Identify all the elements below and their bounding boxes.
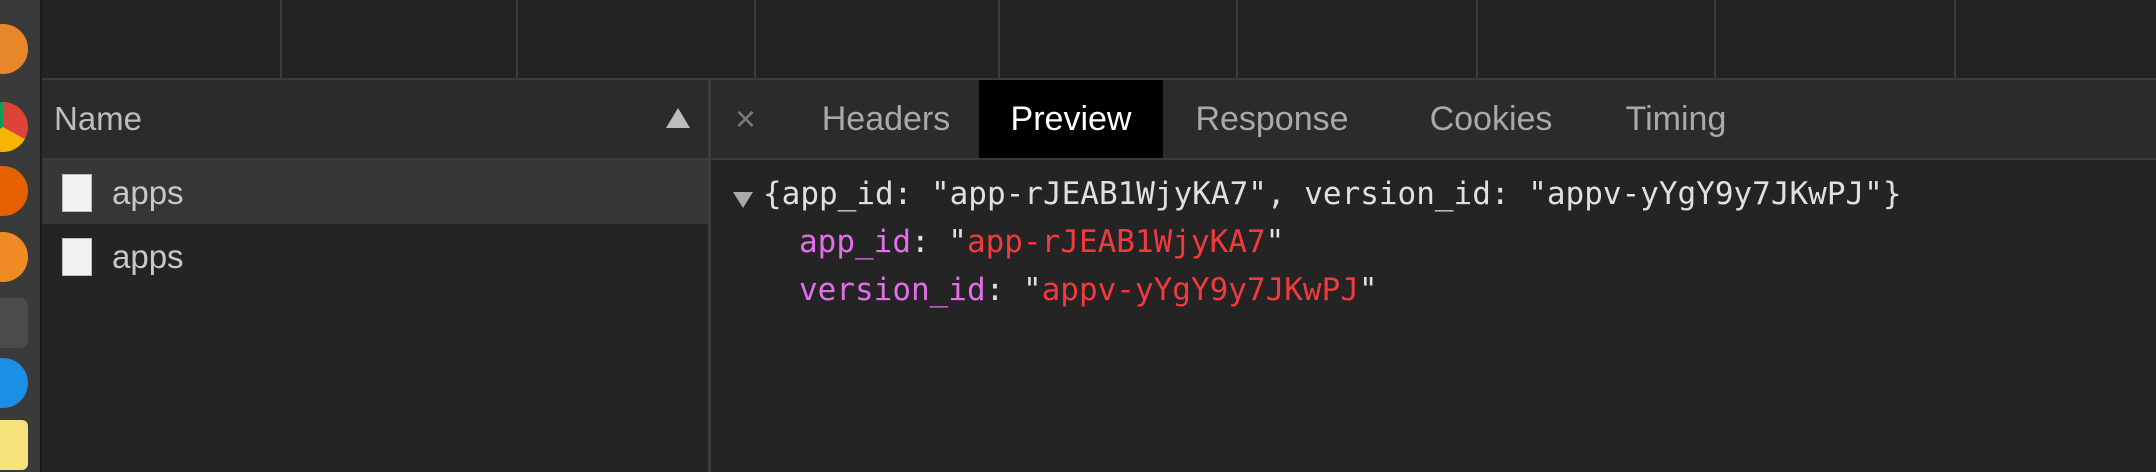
timeline-cell [1000, 0, 1238, 78]
tab-response[interactable]: Response [1163, 80, 1381, 158]
timeline-cell [518, 0, 756, 78]
timeline-cell [282, 0, 518, 78]
json-key: app_id [799, 224, 911, 260]
tab-headers[interactable]: Headers [791, 80, 981, 158]
expand-triangle-icon[interactable] [733, 192, 753, 208]
sort-ascending-icon[interactable] [666, 108, 690, 128]
json-property: app_id: "app-rJEAB1WjyKA7" [799, 224, 1285, 260]
tab-cookies[interactable]: Cookies [1391, 80, 1591, 158]
request-name: apps [112, 174, 184, 211]
request-detail-pane: × Headers Preview Response Cookies Timin… [711, 80, 2156, 472]
sublime-text-icon[interactable] [0, 298, 28, 348]
app-dock [0, 0, 42, 472]
document-icon [62, 174, 92, 212]
timeline-cell [1716, 0, 1956, 78]
chrome-icon[interactable] [0, 102, 28, 152]
timeline-overview [42, 0, 2156, 80]
tab-preview[interactable]: Preview [979, 80, 1163, 158]
timeline-cell [42, 0, 282, 78]
ibooks-icon[interactable] [0, 232, 28, 282]
timeline-cell [756, 0, 1000, 78]
json-string-value: app-rJEAB1WjyKA7 [966, 224, 1266, 260]
tab-timing[interactable]: Timing [1591, 80, 1761, 158]
timeline-cell [1478, 0, 1716, 78]
name-column-header[interactable]: Name [42, 80, 708, 160]
json-key: version_id [799, 272, 986, 308]
firefox-nightly-icon[interactable] [0, 24, 28, 74]
json-string-value: appv-yYgY9y7JKwPJ [1041, 272, 1359, 308]
name-column-label: Name [54, 100, 143, 137]
request-list: Name apps apps [42, 80, 711, 472]
json-object-summary: {app_id: "app-rJEAB1WjyKA7", version_id:… [763, 176, 1902, 212]
detail-tabbar: × Headers Preview Response Cookies Timin… [711, 80, 2156, 160]
json-object-summary-row[interactable]: {app_id: "app-rJEAB1WjyKA7", version_id:… [711, 176, 1901, 216]
request-name: apps [112, 238, 184, 275]
timeline-cell [1238, 0, 1478, 78]
json-property: version_id: "appv-yYgY9y7JKwPJ" [799, 272, 1378, 308]
notes-icon[interactable] [0, 420, 28, 470]
timeline-cell [1956, 0, 2152, 78]
firefox-icon[interactable] [0, 166, 28, 216]
request-row[interactable]: apps [42, 160, 708, 224]
document-icon [62, 238, 92, 276]
request-row[interactable]: apps [42, 224, 708, 288]
close-icon[interactable]: × [735, 98, 756, 140]
app-store-icon[interactable] [0, 358, 28, 408]
